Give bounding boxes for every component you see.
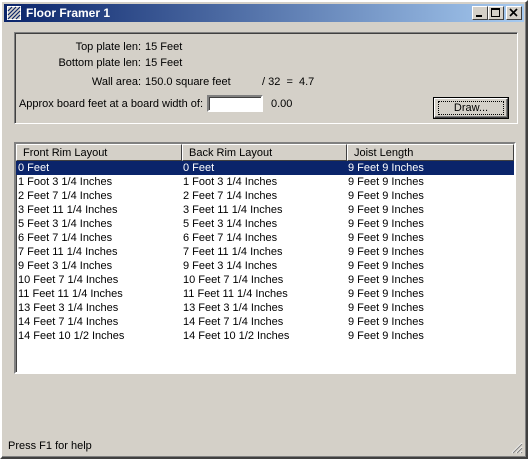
board-feet-label: Approx board feet at a board width of: xyxy=(18,98,203,110)
table-row[interactable]: 7 Feet 11 1/4 Inches 7 Feet 11 1/4 Inches… xyxy=(16,245,514,259)
table-row[interactable]: 13 Feet 3 1/4 Inches 13 Feet 3 1/4 Inches… xyxy=(16,301,514,315)
top-plate-value: 15 Feet xyxy=(145,41,183,53)
table-row[interactable]: 11 Feet 11 1/4 Inches 11 Feet 11 1/4 Inch… xyxy=(16,287,514,301)
window-title: Floor Framer 1 xyxy=(26,6,111,20)
back-rim-cell: 5 Feet 3 1/4 Inches xyxy=(183,218,278,230)
back-rim-cell: 10 Feet 7 1/4 Inches xyxy=(183,274,284,286)
table-row[interactable]: 6 Feet 7 1/4 Inches 6 Feet 7 1/4 Inches 9 … xyxy=(16,231,514,245)
joist-length-cell: 9 Feet 9 Inches xyxy=(348,162,424,174)
summary-panel: Top plate len: 15 Feet Bottom plate len:… xyxy=(14,32,518,124)
front-rim-cell: 11 Feet 11 1/4 Inches xyxy=(18,288,123,300)
joist-length-cell: 9 Feet 9 Inches xyxy=(348,204,424,216)
table-row[interactable]: 10 Feet 7 1/4 Inches 10 Feet 7 1/4 Inches… xyxy=(16,273,514,287)
back-rim-cell: 2 Feet 7 1/4 Inches xyxy=(183,190,278,202)
draw-button[interactable]: Draw... xyxy=(433,97,509,119)
close-button[interactable] xyxy=(506,6,522,20)
table-row[interactable]: 2 Feet 7 1/4 Inches 2 Feet 7 1/4 Inches 9 … xyxy=(16,189,514,203)
joist-length-cell: 9 Feet 9 Inches xyxy=(348,302,424,314)
back-rim-cell: 13 Feet 3 1/4 Inches xyxy=(183,302,284,314)
table-row[interactable]: 14 Feet 10 1/2 Inches 14 Feet 10 1/2 Inch… xyxy=(16,329,514,343)
back-rim-cell: 7 Feet 11 1/4 Inches xyxy=(183,246,283,258)
column-header-back-rim[interactable]: Back Rim Layout xyxy=(182,144,347,161)
table-row[interactable]: 9 Feet 3 1/4 Inches 9 Feet 3 1/4 Inches 9 … xyxy=(16,259,514,273)
back-rim-cell: 11 Feet 11 1/4 Inches xyxy=(183,288,288,300)
column-header-front-rim[interactable]: Front Rim Layout xyxy=(16,144,182,161)
joist-length-cell: 9 Feet 9 Inches xyxy=(348,218,424,230)
minimize-button[interactable] xyxy=(472,6,488,20)
front-rim-cell: 1 Foot 3 1/4 Inches xyxy=(18,176,113,188)
minimize-icon xyxy=(476,15,482,17)
board-width-input[interactable] xyxy=(207,95,263,112)
joist-length-cell: 9 Feet 9 Inches xyxy=(348,288,424,300)
front-rim-cell: 0 Feet xyxy=(18,162,50,174)
table-row[interactable]: 14 Feet 7 1/4 Inches 14 Feet 7 1/4 Inches… xyxy=(16,315,514,329)
back-rim-cell: 0 Feet xyxy=(183,162,215,174)
front-rim-cell: 14 Feet 7 1/4 Inches xyxy=(18,316,119,328)
front-rim-cell: 5 Feet 3 1/4 Inches xyxy=(18,218,113,230)
joist-length-cell: 9 Feet 9 Inches xyxy=(348,260,424,272)
front-rim-cell: 13 Feet 3 1/4 Inches xyxy=(18,302,119,314)
draw-button-label: Draw... xyxy=(453,102,489,114)
front-rim-cell: 3 Feet 11 1/4 Inches xyxy=(18,204,118,216)
board-count-ratio: / 32 = 4.7 xyxy=(262,76,315,88)
table-row[interactable]: 1 Foot 3 1/4 Inches 1 Foot 3 1/4 Inches 9 … xyxy=(16,175,514,189)
back-rim-cell: 6 Feet 7 1/4 Inches xyxy=(183,232,278,244)
back-rim-cell: 14 Feet 7 1/4 Inches xyxy=(183,316,284,328)
joist-length-cell: 9 Feet 9 Inches xyxy=(348,190,424,202)
table-row[interactable]: 3 Feet 11 1/4 Inches 3 Feet 11 1/4 Inches… xyxy=(16,203,514,217)
back-rim-cell: 1 Foot 3 1/4 Inches xyxy=(183,176,278,188)
table-row[interactable]: 5 Feet 3 1/4 Inches 5 Feet 3 1/4 Inches 9 … xyxy=(16,217,514,231)
rim-layout-list[interactable]: Front Rim Layout Back Rim Layout Joist L… xyxy=(14,142,516,374)
maximize-icon xyxy=(491,8,500,17)
joist-length-cell: 9 Feet 9 Inches xyxy=(348,316,424,328)
list-rows: 0 Feet 0 Feet 9 Feet 9 Inches 1 Foot 3 1/4 … xyxy=(16,161,514,343)
size-grip-icon[interactable] xyxy=(511,442,523,454)
front-rim-cell: 7 Feet 11 1/4 Inches xyxy=(18,246,118,258)
front-rim-cell: 9 Feet 3 1/4 Inches xyxy=(18,260,113,272)
back-rim-cell: 3 Feet 11 1/4 Inches xyxy=(183,204,283,216)
board-feet-result: 0.00 xyxy=(271,98,293,110)
wall-area-value: 150.0 square feet xyxy=(145,76,231,88)
status-bar: Press F1 for help xyxy=(4,437,524,455)
title-bar[interactable]: Floor Framer 1 xyxy=(4,4,524,22)
bottom-plate-label: Bottom plate len: xyxy=(58,57,141,69)
front-rim-cell: 2 Feet 7 1/4 Inches xyxy=(18,190,113,202)
back-rim-cell: 9 Feet 3 1/4 Inches xyxy=(183,260,278,272)
joist-length-cell: 9 Feet 9 Inches xyxy=(348,176,424,188)
table-row[interactable]: 0 Feet 0 Feet 9 Feet 9 Inches xyxy=(16,161,514,175)
top-plate-label: Top plate len: xyxy=(75,41,141,53)
floor-framer-app-icon xyxy=(7,6,21,20)
front-rim-cell: 10 Feet 7 1/4 Inches xyxy=(18,274,119,286)
close-icon xyxy=(509,8,518,17)
front-rim-cell: 6 Feet 7 1/4 Inches xyxy=(18,232,113,244)
joist-length-cell: 9 Feet 9 Inches xyxy=(348,274,424,286)
joist-length-cell: 9 Feet 9 Inches xyxy=(348,330,424,342)
front-rim-cell: 14 Feet 10 1/2 Inches xyxy=(18,330,125,342)
bottom-plate-value: 15 Feet xyxy=(145,57,183,69)
status-text: Press F1 for help xyxy=(8,440,92,452)
maximize-button[interactable] xyxy=(488,6,504,20)
joist-length-cell: 9 Feet 9 Inches xyxy=(348,246,424,258)
back-rim-cell: 14 Feet 10 1/2 Inches xyxy=(183,330,290,342)
main-window: Floor Framer 1 Top plate len: 15 Feet Bo… xyxy=(0,0,528,459)
column-header-joist-length[interactable]: Joist Length xyxy=(347,144,514,161)
joist-length-cell: 9 Feet 9 Inches xyxy=(348,232,424,244)
wall-area-label: Wall area: xyxy=(91,76,141,88)
